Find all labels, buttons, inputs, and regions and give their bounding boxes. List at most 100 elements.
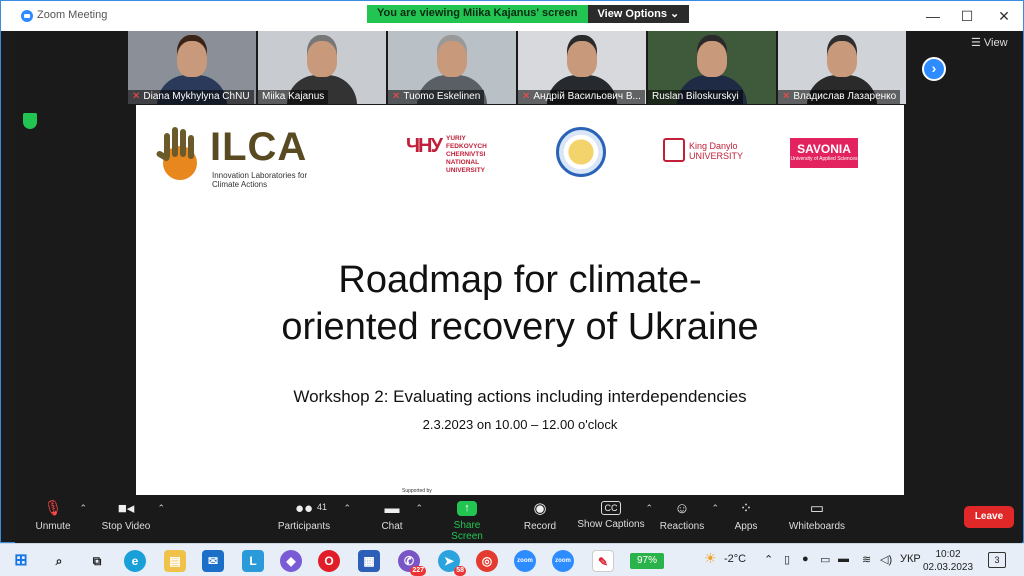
reactions-button[interactable]: ☺ Reactions ⌃ — [659, 501, 719, 533]
chat-button[interactable]: ▬ Chat ⌃ — [375, 501, 423, 533]
participant-tile[interactable]: ✕ Tuomo Eskelinen — [388, 31, 516, 104]
search-icon[interactable]: ⌕ — [48, 550, 70, 572]
unmute-button[interactable]: 🎙︎ Unmute ⌃ — [33, 500, 87, 533]
microphone-tray-icon[interactable]: ● — [802, 553, 809, 565]
opera-icon[interactable]: O — [318, 550, 340, 572]
viber-icon[interactable]: ✆ 227 — [398, 550, 426, 576]
record-button[interactable]: ◉ Record — [520, 500, 560, 533]
apps-button[interactable]: ⁘ Apps — [731, 501, 761, 533]
file-explorer-icon[interactable]: ▤ — [164, 550, 186, 572]
meeting-toolbar: 🎙︎ Unmute ⌃ ■◂ Stop Video ⌃ ●● 41 Partic… — [15, 495, 1022, 543]
pdf-app-icon[interactable]: ✎ — [592, 550, 614, 572]
copilot-icon[interactable]: ◆ — [280, 550, 302, 572]
zoom-meeting-taskbar-icon[interactable]: zoom — [552, 550, 574, 572]
ilca-title: ILCA — [210, 125, 308, 169]
close-button[interactable]: ✕ — [989, 5, 1019, 27]
participant-head — [567, 41, 597, 77]
muted-mic-icon: 🎙︎ — [43, 500, 63, 517]
tray-app-icon[interactable]: ▯ — [784, 553, 790, 566]
king-danylo-text: King Danylo UNIVERSITY — [689, 141, 744, 161]
whiteboards-button[interactable]: ▭ Whiteboards — [787, 500, 847, 533]
participants-button[interactable]: ●● 41 Participants ⌃ — [277, 501, 351, 533]
video-options-caret-icon[interactable]: ⌃ — [157, 503, 165, 514]
participant-tile[interactable]: ✕ Владислав Лазаренко — [778, 31, 906, 104]
whiteboard-icon: ▭ — [809, 500, 825, 517]
task-view-icon[interactable]: ⧉ — [86, 550, 108, 572]
store-icon[interactable]: ▦ — [358, 550, 380, 572]
headline-line-2: oriented recovery of Ukraine — [281, 306, 759, 348]
zoom-window: Zoom Meeting You are viewing Miika Kajan… — [0, 0, 1024, 543]
tray-window-icon[interactable]: ▭ — [820, 553, 830, 566]
mail-icon[interactable]: ✉ — [202, 550, 224, 572]
tray-expand-chevron-icon[interactable]: ⌃ — [764, 553, 773, 566]
encryption-shield-icon[interactable] — [23, 113, 37, 129]
zoom-logo-icon — [21, 10, 33, 22]
headline-line-1: Roadmap for climate- — [338, 259, 702, 301]
participant-tile[interactable]: Ruslan Biloskurskyi — [648, 31, 776, 104]
participant-name-label: Ruslan Biloskurskyi — [648, 90, 743, 104]
participant-tile[interactable]: ✕ Андрій Васильович В... — [518, 31, 646, 104]
participant-tile[interactable]: ✕ Diana Mykhylyna ChNU — [128, 31, 256, 104]
leave-button[interactable]: Leave — [964, 506, 1014, 528]
participant-name: Tuomo Eskelinen — [403, 91, 481, 102]
chrome-icon[interactable]: ◎ — [476, 550, 498, 572]
language-indicator[interactable]: УКР — [900, 553, 921, 565]
workshop-date: 2.3.2023 on 10.00 – 12.00 o'clock — [422, 417, 618, 432]
reactions-label: Reactions — [659, 521, 705, 532]
seal-logo-icon — [556, 127, 606, 177]
participant-name-label: ✕ Андрій Васильович В... — [518, 90, 645, 104]
chat-caret-icon[interactable]: ⌃ — [415, 503, 423, 514]
view-options-button[interactable]: View Options ⌄ — [587, 5, 690, 23]
participants-count: 41 — [317, 502, 328, 512]
l-app-icon[interactable]: L — [242, 550, 264, 572]
participant-name-label: Miika Kajanus — [258, 90, 329, 104]
taskbar-clock[interactable]: 10:02 02.03.2023 — [920, 548, 976, 574]
participant-tile[interactable]: Miika Kajanus — [258, 31, 386, 104]
captions-caret-icon[interactable]: ⌃ — [645, 503, 653, 514]
show-captions-button[interactable]: CC Show Captions ⌃ — [575, 501, 653, 530]
shared-slide: ILCA Innovation Laboratories for Climate… — [136, 105, 904, 495]
stop-video-label: Stop Video — [101, 521, 151, 532]
participant-name: Ruslan Biloskurskyi — [652, 91, 739, 102]
muted-mic-icon: ✕ — [132, 91, 141, 102]
zoom-taskbar-icon[interactable]: zoom — [514, 550, 536, 572]
windows-start-icon[interactable]: ⊞ — [10, 550, 32, 572]
savonia-subtitle: University of Applied Sciences — [790, 156, 858, 162]
audio-options-caret-icon[interactable]: ⌃ — [79, 503, 87, 514]
record-icon: ◉ — [533, 500, 547, 517]
viber-badge: 227 — [410, 566, 426, 576]
participant-head — [307, 41, 337, 77]
crown-icon — [663, 138, 685, 162]
cnu-text: YURIY FEDKOVYCH CHERNIVTSI NATIONAL UNIV… — [446, 135, 487, 174]
minimize-button[interactable]: — — [918, 5, 948, 27]
reactions-caret-icon[interactable]: ⌃ — [711, 503, 719, 514]
wifi-icon[interactable]: ≋ — [862, 553, 871, 566]
muted-mic-icon: ✕ — [522, 91, 531, 102]
participant-name: Андрій Васильович В... — [533, 91, 641, 102]
telegram-icon[interactable]: ➤ 58 — [438, 550, 466, 576]
participant-head — [697, 41, 727, 77]
participant-head — [827, 41, 857, 77]
temperature-label[interactable]: -2°C — [724, 553, 746, 565]
share-screen-button[interactable]: ↑ Share Screen — [437, 501, 497, 542]
muted-mic-icon: ✕ — [392, 91, 401, 102]
clock-time: 10:02 — [935, 549, 961, 560]
weather-sun-icon[interactable]: ☀ — [704, 550, 717, 567]
slide-headline: Roadmap for climate- oriented recovery o… — [136, 257, 904, 351]
participant-name-label: ✕ Diana Mykhylyna ChNU — [128, 90, 254, 104]
battery-indicator[interactable]: 97% — [630, 553, 664, 569]
participant-video-strip: ✕ Diana Mykhylyna ChNU Miika Kajanus ✕ Tuomo… — [128, 31, 906, 104]
stop-video-button[interactable]: ■◂ Stop Video ⌃ — [101, 501, 165, 533]
participants-caret-icon[interactable]: ⌃ — [343, 503, 351, 514]
view-button[interactable]: ☰ View — [971, 36, 1008, 49]
edge-browser-icon[interactable]: e — [124, 550, 146, 572]
participant-name: Diana Mykhylyna ChNU — [143, 91, 250, 102]
captions-cc-icon: CC — [601, 501, 621, 515]
volume-icon[interactable]: ◁) — [880, 553, 892, 566]
share-screen-label: Share Screen — [451, 520, 483, 542]
notifications-button[interactable]: 3 — [988, 552, 1006, 568]
muted-mic-icon: ✕ — [782, 91, 791, 102]
next-page-chevron-icon[interactable]: › — [922, 57, 946, 81]
maximize-button[interactable]: ☐ — [952, 5, 982, 27]
tray-monitor-icon[interactable]: ▬ — [838, 553, 849, 565]
